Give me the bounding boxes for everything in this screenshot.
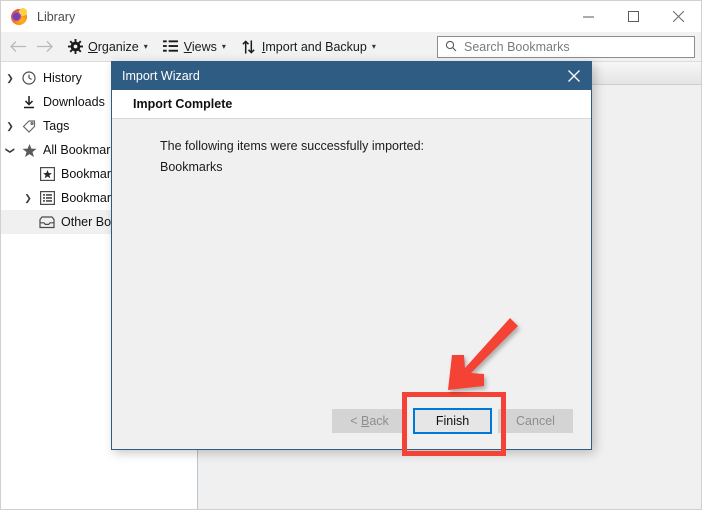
- bookmarks-menu-icon: [37, 189, 57, 207]
- sidebar-item-label: Bookmark: [61, 167, 118, 181]
- chevron-right-icon[interactable]: ❯: [1, 121, 19, 132]
- imported-item: Bookmarks: [160, 160, 223, 174]
- search-bookmarks-box[interactable]: [437, 36, 695, 58]
- clock-icon: [19, 69, 39, 87]
- list-view-icon: [162, 38, 180, 56]
- arrow-left-icon[interactable]: [5, 33, 31, 61]
- chevron-down-icon[interactable]: ❯: [5, 141, 16, 159]
- dialog-footer: < Back Finish Cancel: [112, 393, 591, 449]
- dialog-header-title: Import Complete: [133, 97, 233, 111]
- import-wizard-dialog: Import Wizard Import Complete The follow…: [111, 61, 592, 450]
- window-title: Library: [37, 9, 76, 24]
- finish-button[interactable]: Finish: [413, 408, 492, 434]
- window-controls: [566, 1, 701, 32]
- dialog-title: Import Wizard: [122, 69, 200, 83]
- sidebar-item-label: History: [43, 71, 82, 85]
- tag-icon: [19, 117, 39, 135]
- views-label: Views: [183, 39, 217, 54]
- sidebar-item-label: Bookmark: [61, 191, 118, 205]
- other-bookmarks-icon: [37, 213, 57, 231]
- back-button[interactable]: < Back: [332, 409, 407, 433]
- finish-button-label: Finish: [435, 414, 470, 428]
- close-icon[interactable]: [656, 1, 701, 32]
- dialog-titlebar: Import Wizard: [112, 62, 591, 90]
- organize-label: Organize: [88, 39, 139, 54]
- cancel-button-label: Cancel: [516, 414, 555, 428]
- import-and-backup-button[interactable]: Import and Backup ▾: [235, 33, 381, 61]
- views-button[interactable]: Views ▾: [157, 33, 231, 61]
- minimize-icon[interactable]: [566, 1, 611, 32]
- search-icon: [445, 40, 457, 55]
- chevron-down-icon: ▾: [371, 42, 376, 51]
- sidebar-item-label: Tags: [43, 119, 70, 133]
- search-input[interactable]: [462, 39, 686, 55]
- dialog-header: Import Complete: [112, 90, 591, 119]
- maximize-icon[interactable]: [611, 1, 656, 32]
- import-export-icon: [240, 38, 258, 56]
- chevron-right-icon[interactable]: ❯: [19, 193, 37, 204]
- library-toolbar: Organize ▾ Views ▾ Import and Backup ▾ S…: [1, 32, 701, 62]
- window-titlebar: Library: [1, 1, 701, 32]
- sidebar-item-label: Downloads: [43, 95, 105, 109]
- back-button-label: < Back: [350, 414, 389, 428]
- star-icon: [19, 141, 39, 159]
- organize-button[interactable]: Organize ▾: [61, 33, 153, 61]
- firefox-logo-icon: [10, 6, 28, 26]
- sidebar-item-label: Other Boo: [61, 215, 118, 229]
- chevron-down-icon: ▾: [143, 42, 148, 51]
- dialog-body: The following items were successfully im…: [112, 119, 591, 393]
- sidebar-item-label: All Bookmark: [43, 143, 117, 157]
- arrow-right-icon[interactable]: [31, 33, 57, 61]
- chevron-right-icon[interactable]: ❯: [1, 73, 19, 84]
- cancel-button[interactable]: Cancel: [498, 409, 573, 433]
- bookmarks-toolbar-icon: [37, 165, 57, 183]
- chevron-down-icon: ▾: [221, 42, 226, 51]
- import-and-backup-label: Import and Backup: [261, 39, 367, 54]
- close-icon[interactable]: [557, 62, 591, 90]
- download-icon: [19, 93, 39, 111]
- import-summary-text: The following items were successfully im…: [160, 139, 424, 153]
- gear-icon: [66, 38, 84, 56]
